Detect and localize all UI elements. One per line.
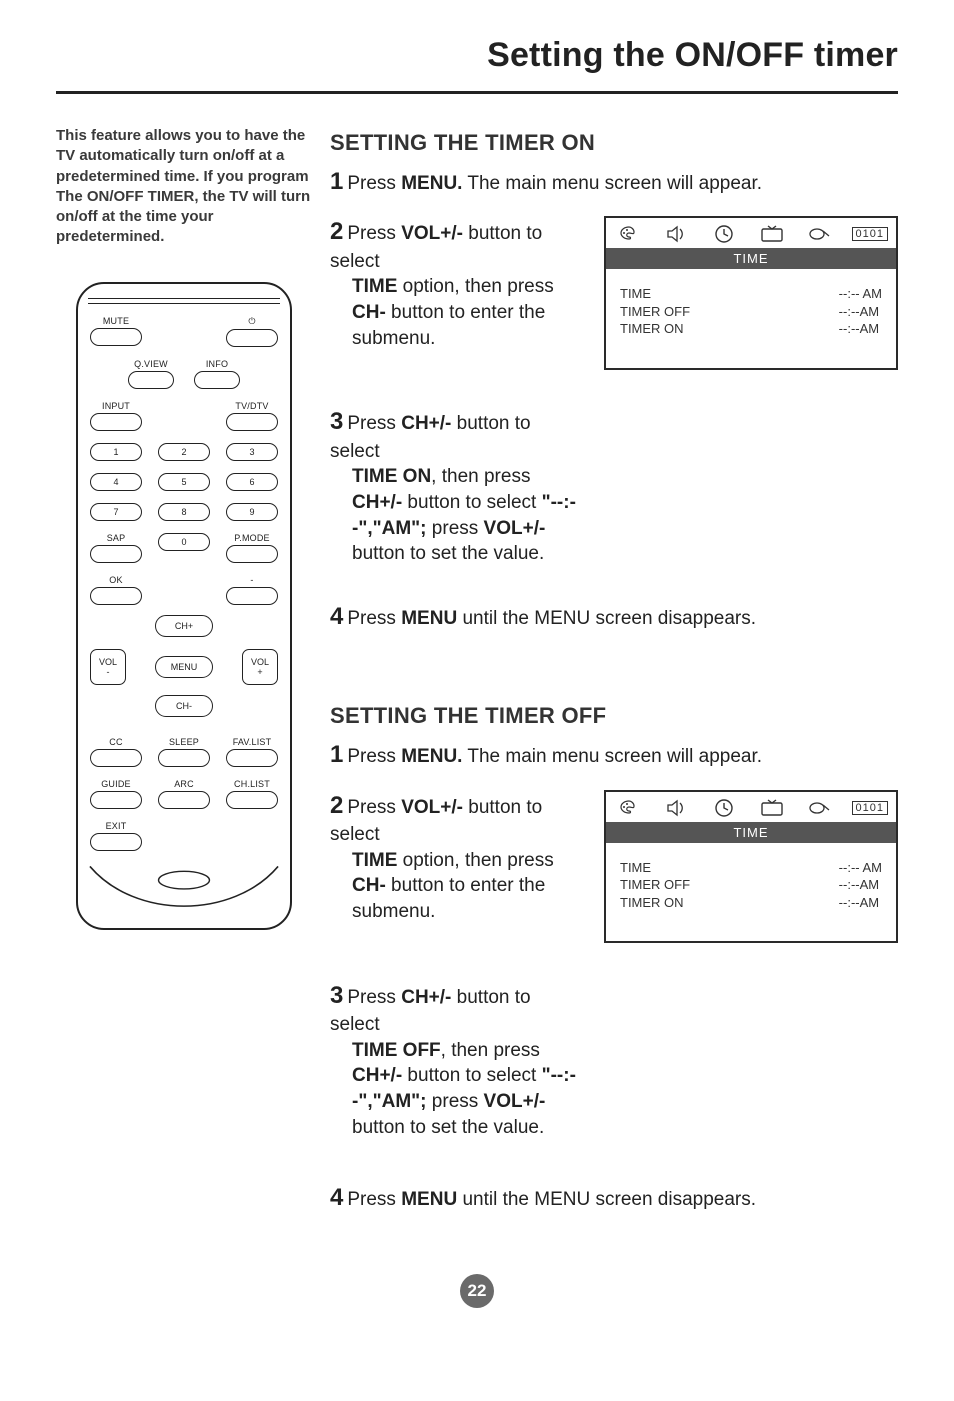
- ok-button: [90, 587, 142, 605]
- off-step-2: 2Press VOL+/- button to select TIME opti…: [330, 790, 570, 925]
- tv-icon: [757, 798, 787, 818]
- speaker-icon: [662, 798, 692, 818]
- osd-code: 0101: [852, 227, 888, 241]
- remote-illustration: MUTE ⏻ Q.VIEW INFO INPUT TV/DTV 1 2 3 4 …: [76, 282, 292, 930]
- page-number: 22: [0, 1274, 954, 1308]
- tvdtv-label: TV/DTV: [235, 401, 268, 411]
- favlist-button: [226, 749, 278, 767]
- guide-button: [90, 791, 142, 809]
- vol-plus-button: VOL +: [242, 649, 278, 685]
- digit-1: 1: [90, 443, 142, 461]
- pmode-button: [226, 545, 278, 563]
- ch-minus-button: CH-: [155, 695, 213, 717]
- osd-left-col: TIME TIMER OFF TIMER ON: [620, 859, 690, 912]
- on-step-4: 4Press MENU until the MENU screen disapp…: [330, 601, 890, 633]
- digit-3: 3: [226, 443, 278, 461]
- mute-label: MUTE: [103, 316, 129, 326]
- title-rule: [56, 91, 898, 94]
- sleep-button: [158, 749, 210, 767]
- ok-label: OK: [109, 575, 122, 585]
- digit-6: 6: [226, 473, 278, 491]
- tvdtv-button: [226, 413, 278, 431]
- qview-label: Q.VIEW: [134, 359, 168, 369]
- palette-icon: [614, 798, 644, 818]
- power-button: [226, 329, 278, 347]
- qview-button: [128, 371, 174, 389]
- pmode-label: P.MODE: [234, 533, 270, 543]
- heading-timer-off: SETTING THE TIMER OFF: [330, 703, 898, 729]
- info-label: INFO: [206, 359, 228, 369]
- cc-button: [90, 749, 142, 767]
- menu-button: MENU: [155, 656, 213, 678]
- cc-label: CC: [109, 737, 122, 747]
- exit-button: [90, 833, 142, 851]
- on-step-2: 2Press VOL+/- button to select TIME opti…: [330, 216, 570, 351]
- off-step-4: 4Press MENU until the MENU screen disapp…: [330, 1182, 890, 1214]
- off-step-1: 1Press MENU. The main menu screen will a…: [330, 739, 890, 771]
- page-title: Setting the ON/OFF timer: [56, 36, 898, 85]
- favlist-label: FAV.LIST: [233, 737, 272, 747]
- clock-icon: [709, 224, 739, 244]
- osd-time-menu-2: 0101 TIME TIME TIMER OFF TIMER ON --:-- …: [604, 790, 898, 944]
- digit-0: 0: [158, 533, 210, 551]
- osd-band: TIME: [606, 822, 896, 843]
- on-step-1: 1Press MENU. The main menu screen will a…: [330, 166, 890, 198]
- chlist-button: [226, 791, 278, 809]
- dash-button: [226, 587, 278, 605]
- remote-bottom-curve: [86, 860, 282, 916]
- exit-label: EXIT: [106, 821, 127, 831]
- osd-time-menu: 0101 TIME TIME TIMER OFF TIMER ON --:-- …: [604, 216, 898, 370]
- mute-button: [90, 328, 142, 346]
- osd-band: TIME: [606, 248, 896, 269]
- heading-timer-on: SETTING THE TIMER ON: [330, 130, 898, 156]
- osd-right-col: --:-- AM --:--AM --:--AM: [839, 859, 882, 912]
- osd-right-col: --:-- AM --:--AM --:--AM: [839, 285, 882, 338]
- palette-icon: [614, 224, 644, 244]
- arc-button: [158, 791, 210, 809]
- tv-icon: [757, 224, 787, 244]
- arc-label: ARC: [174, 779, 194, 789]
- clock-icon: [709, 798, 739, 818]
- chlist-label: CH.LIST: [234, 779, 270, 789]
- digit-4: 4: [90, 473, 142, 491]
- input-label: INPUT: [102, 401, 130, 411]
- satellite-icon: [804, 798, 834, 818]
- vol-minus-button: VOL -: [90, 649, 126, 685]
- osd-code: 0101: [852, 801, 888, 815]
- guide-label: GUIDE: [101, 779, 131, 789]
- digit-2: 2: [158, 443, 210, 461]
- digit-8: 8: [158, 503, 210, 521]
- intro-text: This feature allows you to have the TV a…: [56, 126, 324, 248]
- on-step-3: 3Press CH+/- button to select TIME ON, t…: [330, 406, 580, 567]
- satellite-icon: [804, 224, 834, 244]
- dash-label: -: [250, 575, 253, 585]
- speaker-icon: [662, 224, 692, 244]
- off-step-3: 3Press CH+/- button to select TIME OFF, …: [330, 980, 580, 1141]
- digit-7: 7: [90, 503, 142, 521]
- input-button: [90, 413, 142, 431]
- sleep-label: SLEEP: [169, 737, 199, 747]
- info-button: [194, 371, 240, 389]
- ch-plus-button: CH+: [155, 615, 213, 637]
- osd-left-col: TIME TIMER OFF TIMER ON: [620, 285, 690, 338]
- digit-9: 9: [226, 503, 278, 521]
- sap-button: [90, 545, 142, 563]
- digit-5: 5: [158, 473, 210, 491]
- power-label: ⏻: [248, 316, 255, 327]
- sap-label: SAP: [107, 533, 126, 543]
